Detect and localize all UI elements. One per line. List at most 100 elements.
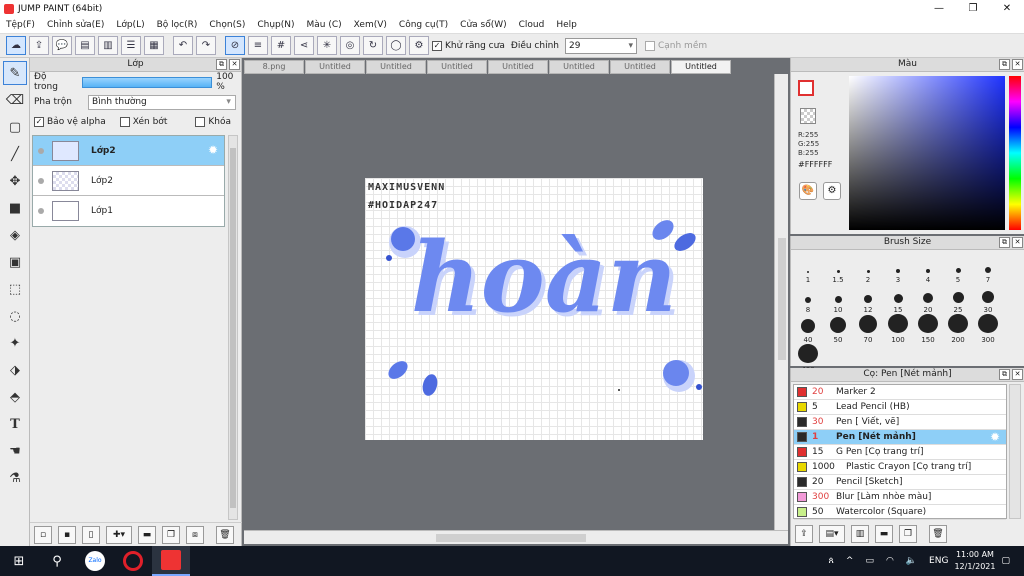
- close-button[interactable]: ✕: [990, 0, 1024, 17]
- tab-document[interactable]: Untitled: [305, 60, 365, 74]
- text-panel-icon[interactable]: ▤: [75, 36, 95, 55]
- saturation-value-picker[interactable]: [849, 76, 1005, 230]
- text-tool-icon[interactable]: T: [3, 412, 27, 436]
- opacity-slider[interactable]: [82, 76, 213, 88]
- soft-edge-checkbox[interactable]: Cạnh mềm: [644, 40, 707, 51]
- battery-icon[interactable]: ▭: [865, 556, 874, 566]
- brush-size-option[interactable]: 40: [793, 314, 823, 344]
- pen-item[interactable]: 1 Pen [Nét mảnh] ✹: [794, 430, 1006, 445]
- pen-item[interactable]: 1000 Plastic Crayon [Cọ trang trí]: [794, 460, 1006, 475]
- line-tool-icon[interactable]: ╱: [3, 142, 27, 166]
- layer-row[interactable]: Lớp1: [33, 196, 224, 226]
- perspective-icon[interactable]: ⋖: [294, 36, 314, 55]
- layer-row[interactable]: Lớp2 ✹: [33, 136, 224, 166]
- language-indicator[interactable]: ENG: [929, 556, 948, 566]
- menu-color[interactable]: Màu (C): [301, 20, 348, 30]
- blend-mode-select[interactable]: Bình thường: [87, 94, 236, 110]
- select-eraser-icon[interactable]: ⬘: [3, 385, 27, 409]
- tab-document[interactable]: Untitled: [488, 60, 548, 74]
- windows-start-icon[interactable]: ⊞: [0, 546, 38, 576]
- brush-size-option[interactable]: 150: [913, 314, 943, 344]
- new-layer-icon[interactable]: ▫: [34, 525, 52, 544]
- grid-layout-icon[interactable]: ▦: [144, 36, 164, 55]
- menu-select[interactable]: Chọn(S): [203, 20, 251, 30]
- undock-icon[interactable]: ⧉: [999, 59, 1010, 70]
- undock-icon[interactable]: ⧉: [999, 369, 1010, 380]
- rect-select-icon[interactable]: ⬚: [3, 277, 27, 301]
- menu-edit[interactable]: Chỉnh sửa(E): [41, 20, 110, 30]
- concentric-circle-icon[interactable]: ◎: [340, 36, 360, 55]
- volume-icon[interactable]: 🔈: [906, 556, 917, 566]
- minimize-button[interactable]: —: [922, 0, 956, 17]
- add-layer-menu-icon[interactable]: ✚▾: [106, 525, 132, 544]
- menu-view[interactable]: Xem(V): [348, 20, 393, 30]
- network-icon[interactable]: ◠: [886, 556, 894, 566]
- clip-checkbox[interactable]: [119, 117, 130, 127]
- undo-icon[interactable]: ↶: [173, 36, 193, 55]
- pen-doc-icon[interactable]: ▥: [851, 525, 869, 543]
- tab-document[interactable]: Untitled: [366, 60, 426, 74]
- panel-close-icon[interactable]: ✕: [1012, 59, 1023, 70]
- pen-folder-icon[interactable]: ▬: [875, 525, 893, 543]
- brush-size-option[interactable]: 12: [853, 284, 883, 314]
- duplicate-pen-icon[interactable]: ❐: [899, 525, 917, 543]
- transparent-swatch[interactable]: [800, 108, 816, 124]
- magic-wand-icon[interactable]: ✦: [3, 331, 27, 355]
- eyedropper-icon[interactable]: ⚗: [3, 466, 27, 490]
- brush-size-option[interactable]: 100: [883, 314, 913, 344]
- upload-pen-icon[interactable]: ⇪: [795, 525, 813, 543]
- opera-browser-icon[interactable]: [114, 546, 152, 576]
- show-hidden-icons-icon[interactable]: ^: [846, 556, 854, 566]
- drawing-canvas[interactable]: MAXIMUSVENN #HOIDAP247 hoàn hoàn: [365, 178, 703, 440]
- pen-item[interactable]: 15 G Pen [Cọ trang trí]: [794, 445, 1006, 460]
- move-tool-icon[interactable]: ✥: [3, 169, 27, 193]
- brush-size-option[interactable]: 70: [853, 314, 883, 344]
- panel-close-icon[interactable]: ✕: [1012, 237, 1023, 248]
- pen-tool-icon[interactable]: ✎: [3, 61, 27, 85]
- new-layer-1bit-icon[interactable]: ▯: [82, 525, 100, 544]
- undock-icon[interactable]: ⧉: [216, 59, 227, 70]
- duplicate-layer-icon[interactable]: ❐: [162, 525, 180, 544]
- hand-tool-icon[interactable]: ☚: [3, 439, 27, 463]
- menu-layer[interactable]: Lớp(L): [110, 20, 150, 30]
- pen-item[interactable]: 20 Marker 2: [794, 385, 1006, 400]
- tab-document[interactable]: Untitled: [549, 60, 609, 74]
- brush-size-option[interactable]: 300: [973, 314, 1003, 344]
- panel-close-icon[interactable]: ✕: [1012, 369, 1023, 380]
- visibility-icon[interactable]: [38, 147, 44, 154]
- brush-size-option[interactable]: 1: [793, 254, 823, 284]
- canvas-horizontal-scrollbar[interactable]: [244, 530, 788, 544]
- notification-icon[interactable]: ▢: [1001, 556, 1010, 566]
- palette-icon[interactable]: 🎨: [799, 182, 817, 200]
- visibility-icon[interactable]: [38, 208, 44, 214]
- radial-lines-icon[interactable]: ✳: [317, 36, 337, 55]
- layer-settings-icon[interactable]: ✹: [208, 144, 221, 157]
- merge-layer-icon[interactable]: ⧈: [186, 525, 204, 544]
- people-icon[interactable]: ጰ: [829, 556, 834, 566]
- menu-cloud[interactable]: Cloud: [513, 20, 551, 30]
- tab-document[interactable]: 8.png: [244, 60, 304, 74]
- bucket-tool-icon[interactable]: ◈: [3, 223, 27, 247]
- pen-item[interactable]: 50 Watercolor (Square): [794, 505, 1006, 520]
- brush-size-option[interactable]: 8: [793, 284, 823, 314]
- ruler-off-icon[interactable]: ⊘: [225, 36, 245, 55]
- settings-gear-icon[interactable]: ⚙: [409, 36, 429, 55]
- menu-help[interactable]: Help: [550, 20, 583, 30]
- pen-settings-icon[interactable]: ✹: [990, 431, 1003, 444]
- brush-size-option[interactable]: 3: [883, 254, 913, 284]
- eraser-tool-icon[interactable]: ⌫: [3, 88, 27, 112]
- new-layer-8bit-icon[interactable]: ▪: [58, 525, 76, 544]
- antialias-checkbox[interactable]: ✓ Khử răng cưa: [432, 40, 505, 51]
- folder-icon[interactable]: ▬: [138, 525, 156, 544]
- pen-item[interactable]: 300 Blur [Làm nhòe màu]: [794, 490, 1006, 505]
- undock-icon[interactable]: ⧉: [999, 237, 1010, 248]
- gradient-tool-icon[interactable]: ▣: [3, 250, 27, 274]
- brush-size-option[interactable]: 200: [943, 314, 973, 344]
- brush-size-option[interactable]: 4: [913, 254, 943, 284]
- menu-capture[interactable]: Chụp(N): [251, 20, 300, 30]
- brush-size-option[interactable]: 50: [823, 314, 853, 344]
- menu-file[interactable]: Tệp(F): [0, 20, 41, 30]
- export-icon[interactable]: ⇪: [29, 36, 49, 55]
- brush-size-option[interactable]: 25: [943, 284, 973, 314]
- list-icon[interactable]: ☰: [121, 36, 141, 55]
